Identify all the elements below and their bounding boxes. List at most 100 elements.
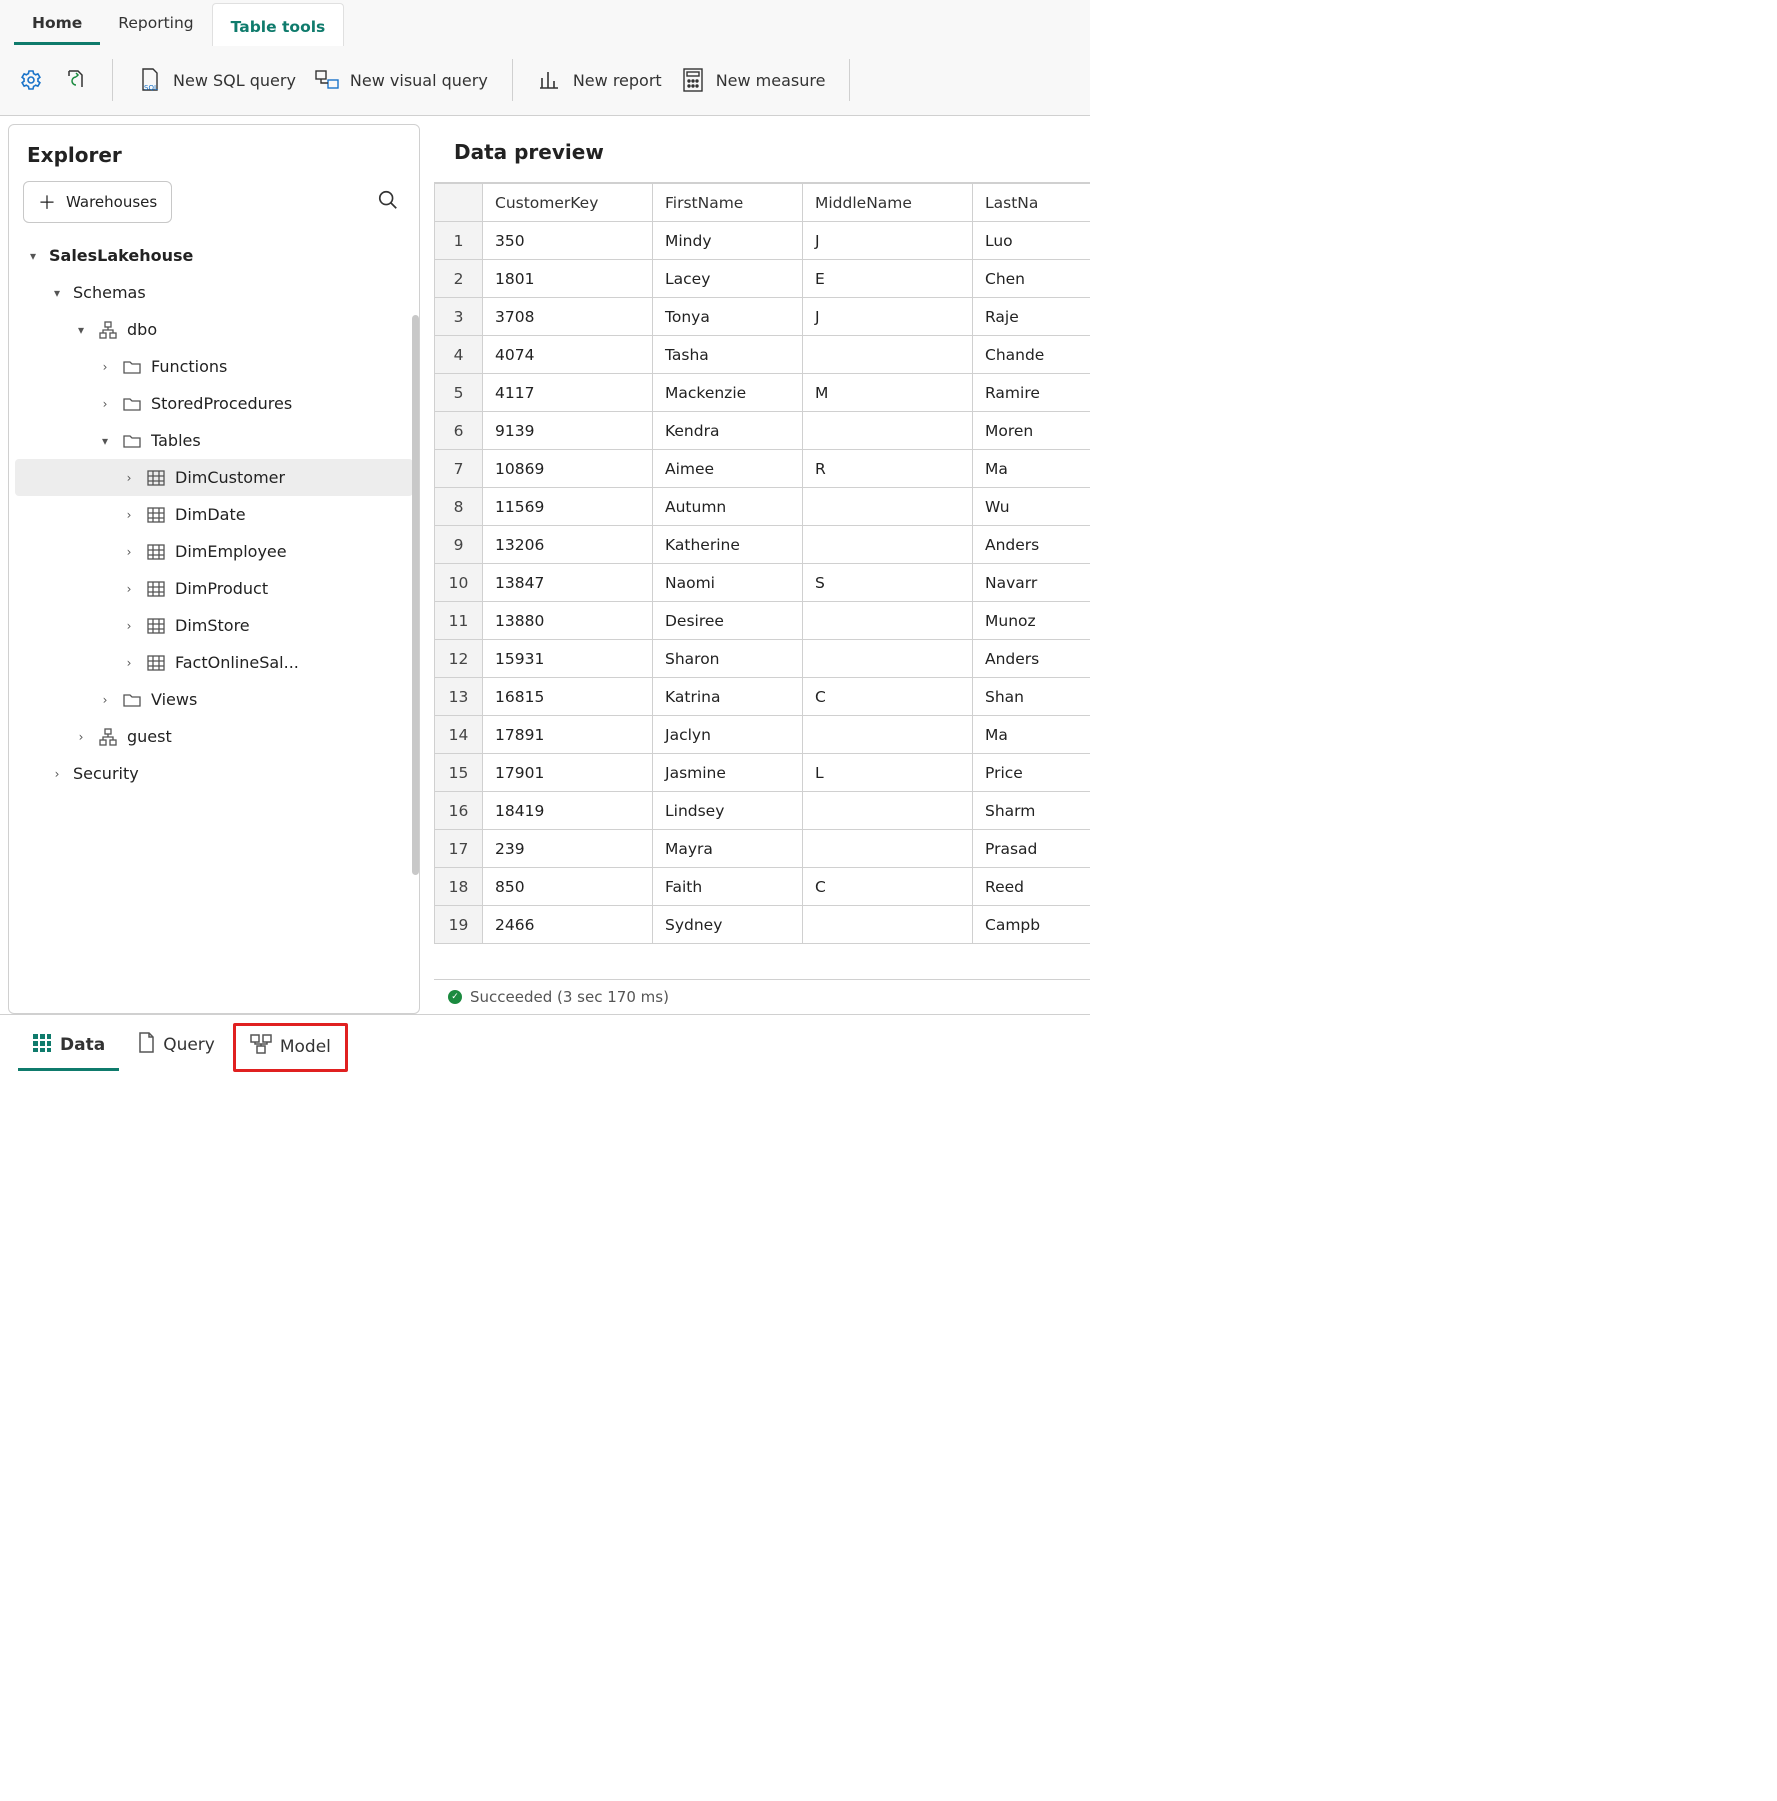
cell[interactable]: [803, 336, 973, 374]
cell[interactable]: Raje: [973, 298, 1091, 336]
cell[interactable]: 17891: [483, 716, 653, 754]
cell[interactable]: 18419: [483, 792, 653, 830]
cell[interactable]: Moren: [973, 412, 1091, 450]
cell[interactable]: [803, 716, 973, 754]
cell[interactable]: Mackenzie: [653, 374, 803, 412]
cell[interactable]: Ramire: [973, 374, 1091, 412]
column-header[interactable]: MiddleName: [803, 184, 973, 222]
table-row[interactable]: 811569AutumnWu: [435, 488, 1091, 526]
cell[interactable]: Ma: [973, 716, 1091, 754]
cell[interactable]: Luo: [973, 222, 1091, 260]
cell[interactable]: R: [803, 450, 973, 488]
cell[interactable]: Wu: [973, 488, 1091, 526]
cell[interactable]: E: [803, 260, 973, 298]
table-row[interactable]: 69139KendraMoren: [435, 412, 1091, 450]
cell[interactable]: M: [803, 374, 973, 412]
table-row[interactable]: 192466SydneyCampb: [435, 906, 1091, 944]
cell[interactable]: 350: [483, 222, 653, 260]
table-row[interactable]: 1517901JasmineLPrice: [435, 754, 1091, 792]
table-row[interactable]: 1316815KatrinaCShan: [435, 678, 1091, 716]
column-header[interactable]: FirstName: [653, 184, 803, 222]
table-row[interactable]: 33708TonyaJRaje: [435, 298, 1091, 336]
cell[interactable]: Naomi: [653, 564, 803, 602]
tree-node-table[interactable]: ›FactOnlineSal...: [15, 644, 413, 681]
tree-node-guest[interactable]: › guest: [15, 718, 413, 755]
tree-node-table[interactable]: ›DimCustomer: [15, 459, 413, 496]
ribbon-tab-home[interactable]: Home: [14, 0, 100, 45]
cell[interactable]: Anders: [973, 526, 1091, 564]
cell[interactable]: [803, 488, 973, 526]
cell[interactable]: Prasad: [973, 830, 1091, 868]
cell[interactable]: 3708: [483, 298, 653, 336]
cell[interactable]: 13880: [483, 602, 653, 640]
cell[interactable]: Sharon: [653, 640, 803, 678]
cell[interactable]: 17901: [483, 754, 653, 792]
bottom-tab-model[interactable]: Model: [233, 1023, 348, 1072]
cell[interactable]: 2466: [483, 906, 653, 944]
cell[interactable]: Chande: [973, 336, 1091, 374]
cell[interactable]: J: [803, 222, 973, 260]
cell[interactable]: 9139: [483, 412, 653, 450]
search-button[interactable]: [371, 183, 405, 221]
tree-node-table[interactable]: ›DimStore: [15, 607, 413, 644]
tree-node-table[interactable]: ›DimProduct: [15, 570, 413, 607]
cell[interactable]: Jaclyn: [653, 716, 803, 754]
tree-node-tables[interactable]: ▾ Tables: [15, 422, 413, 459]
cell[interactable]: S: [803, 564, 973, 602]
cell[interactable]: 850: [483, 868, 653, 906]
cell[interactable]: 16815: [483, 678, 653, 716]
column-header[interactable]: LastNa: [973, 184, 1091, 222]
cell[interactable]: [803, 792, 973, 830]
cell[interactable]: Campb: [973, 906, 1091, 944]
ribbon-tab-reporting[interactable]: Reporting: [100, 0, 211, 45]
cell[interactable]: Lacey: [653, 260, 803, 298]
refresh-button[interactable]: [62, 67, 88, 93]
tree-node-views[interactable]: › Views: [15, 681, 413, 718]
table-row[interactable]: 21801LaceyEChen: [435, 260, 1091, 298]
cell[interactable]: Mindy: [653, 222, 803, 260]
bottom-tab-data[interactable]: Data: [18, 1025, 119, 1071]
cell[interactable]: Chen: [973, 260, 1091, 298]
tree-node-dbo[interactable]: ▾ dbo: [15, 311, 413, 348]
cell[interactable]: Sharm: [973, 792, 1091, 830]
cell[interactable]: C: [803, 678, 973, 716]
settings-button[interactable]: [18, 67, 44, 93]
ribbon-tab-table-tools[interactable]: Table tools: [212, 3, 345, 46]
cell[interactable]: Mayra: [653, 830, 803, 868]
cell[interactable]: Sydney: [653, 906, 803, 944]
cell[interactable]: Lindsey: [653, 792, 803, 830]
cell[interactable]: 11569: [483, 488, 653, 526]
tree-node-schemas[interactable]: ▾ Schemas: [15, 274, 413, 311]
cell[interactable]: 10869: [483, 450, 653, 488]
table-row[interactable]: 710869AimeeRMa: [435, 450, 1091, 488]
cell[interactable]: Katrina: [653, 678, 803, 716]
table-row[interactable]: 54117MackenzieMRamire: [435, 374, 1091, 412]
cell[interactable]: Katherine: [653, 526, 803, 564]
cell[interactable]: [803, 906, 973, 944]
table-row[interactable]: 1350MindyJLuo: [435, 222, 1091, 260]
cell[interactable]: Tasha: [653, 336, 803, 374]
cell[interactable]: [803, 526, 973, 564]
cell[interactable]: Jasmine: [653, 754, 803, 792]
cell[interactable]: [803, 602, 973, 640]
tree-node-storedprocedures[interactable]: › StoredProcedures: [15, 385, 413, 422]
table-row[interactable]: 44074TashaChande: [435, 336, 1091, 374]
bottom-tab-query[interactable]: Query: [123, 1024, 229, 1072]
scrollbar[interactable]: [412, 315, 419, 875]
cell[interactable]: 4117: [483, 374, 653, 412]
cell[interactable]: Faith: [653, 868, 803, 906]
cell[interactable]: [803, 830, 973, 868]
cell[interactable]: 1801: [483, 260, 653, 298]
cell[interactable]: Desiree: [653, 602, 803, 640]
table-row[interactable]: 17239MayraPrasad: [435, 830, 1091, 868]
cell[interactable]: Navarr: [973, 564, 1091, 602]
new-measure-button[interactable]: New measure: [680, 67, 826, 93]
cell[interactable]: Shan: [973, 678, 1091, 716]
table-row[interactable]: 1215931SharonAnders: [435, 640, 1091, 678]
cell[interactable]: Anders: [973, 640, 1091, 678]
cell[interactable]: 13847: [483, 564, 653, 602]
cell[interactable]: 4074: [483, 336, 653, 374]
cell[interactable]: Autumn: [653, 488, 803, 526]
cell[interactable]: C: [803, 868, 973, 906]
cell[interactable]: J: [803, 298, 973, 336]
